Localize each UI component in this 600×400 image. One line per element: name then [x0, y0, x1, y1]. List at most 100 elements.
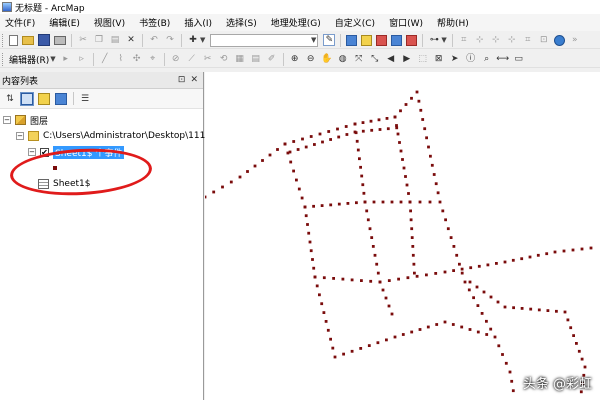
event-point[interactable] [477, 264, 481, 268]
event-point[interactable] [292, 169, 295, 173]
event-point[interactable] [381, 288, 385, 292]
event-point[interactable] [435, 323, 439, 326]
point-tool-icon[interactable]: ✣ [131, 53, 143, 65]
event-point[interactable] [365, 209, 369, 213]
event-point[interactable] [377, 118, 381, 122]
pan-hand-icon[interactable]: ✋ [321, 53, 333, 65]
event-point[interactable] [446, 227, 450, 231]
event-point[interactable] [360, 279, 363, 282]
event-point[interactable] [367, 344, 371, 347]
event-point[interactable] [425, 273, 428, 277]
event-point[interactable] [366, 218, 370, 222]
event-point[interactable] [304, 145, 308, 149]
event-point[interactable] [423, 127, 427, 131]
event-point[interactable] [292, 140, 296, 143]
search-window-icon[interactable] [376, 34, 388, 46]
menu-file[interactable]: 文件(F) [2, 16, 38, 29]
event-point[interactable] [512, 306, 515, 310]
event-point[interactable] [411, 245, 415, 248]
redo-icon[interactable]: ↷ [164, 34, 176, 46]
event-point[interactable] [511, 258, 515, 262]
close-icon[interactable]: ✕ [190, 75, 198, 85]
event-point[interactable] [475, 285, 479, 289]
event-point[interactable] [320, 302, 324, 306]
new-document-icon[interactable] [9, 34, 18, 46]
event-point[interactable] [309, 249, 313, 253]
event-point[interactable] [261, 159, 264, 162]
event-point[interactable] [429, 154, 432, 158]
find-icon[interactable]: ⌕ [481, 53, 493, 65]
event-point[interactable] [309, 135, 313, 138]
cut-icon[interactable]: ✂ [77, 34, 89, 46]
event-point[interactable] [418, 200, 422, 204]
event-point[interactable] [410, 236, 414, 239]
event-point[interactable] [444, 218, 447, 222]
event-point[interactable] [404, 103, 408, 106]
event-point[interactable] [485, 319, 488, 323]
event-point[interactable] [402, 166, 406, 170]
event-point[interactable] [510, 379, 514, 383]
paste-icon[interactable]: ▤ [109, 34, 121, 46]
event-point[interactable] [418, 328, 422, 331]
event-point[interactable] [476, 330, 480, 334]
catalog-icon[interactable] [361, 34, 373, 46]
event-point[interactable] [468, 328, 472, 331]
editor-toolbar-icon[interactable]: ✎ [323, 34, 336, 46]
event-point[interactable] [486, 263, 490, 267]
event-point[interactable] [337, 135, 341, 139]
event-point[interactable] [496, 300, 500, 304]
event-point[interactable] [436, 191, 440, 195]
event-point[interactable] [313, 275, 317, 279]
collapse-icon[interactable]: − [3, 116, 11, 124]
event-point[interactable] [497, 344, 501, 348]
undo-icon[interactable]: ↶ [148, 34, 160, 46]
attributes-icon[interactable]: ▦ [234, 53, 246, 65]
event-point[interactable] [495, 262, 498, 265]
identify-icon[interactable]: ⓘ [465, 53, 477, 65]
event-point[interactable] [398, 141, 401, 144]
event-point[interactable] [315, 284, 319, 288]
event-point[interactable] [476, 304, 480, 307]
event-point[interactable] [467, 288, 471, 292]
event-point[interactable] [528, 255, 532, 259]
event-point[interactable] [359, 165, 362, 169]
event-point[interactable] [425, 136, 428, 140]
event-point[interactable] [355, 139, 359, 143]
event-point[interactable] [410, 227, 414, 231]
event-point[interactable] [529, 307, 533, 311]
menu-customize[interactable]: 自定义(C) [332, 16, 378, 29]
event-point[interactable] [449, 236, 453, 239]
event-point[interactable] [369, 279, 373, 283]
event-point[interactable] [326, 328, 330, 332]
model-builder-dropdown-icon[interactable]: ▼ [441, 36, 446, 44]
cut-polygons-icon[interactable]: ✂ [202, 53, 214, 65]
event-point[interactable] [520, 257, 524, 261]
event-point[interactable] [469, 266, 473, 270]
event-point[interactable] [221, 185, 224, 189]
event-point[interactable] [337, 202, 341, 206]
event-point[interactable] [363, 200, 367, 204]
event-point[interactable] [355, 201, 358, 205]
event-point[interactable] [553, 250, 557, 254]
event-point[interactable] [395, 126, 399, 130]
select-by-rectangle-icon[interactable]: ⬚ [417, 53, 429, 65]
event-point[interactable] [443, 320, 447, 324]
event-point[interactable] [393, 115, 397, 119]
event-point[interactable] [308, 240, 312, 244]
event-point[interactable] [390, 312, 394, 316]
event-point[interactable] [378, 280, 382, 284]
event-point[interactable] [397, 277, 400, 281]
snap-tool-2-icon[interactable]: ⊹ [474, 34, 486, 46]
collapse-icon[interactable]: − [28, 148, 36, 156]
fixed-zoom-out-icon[interactable]: ⤡ [369, 53, 381, 65]
event-point[interactable] [329, 203, 333, 207]
event-point[interactable] [361, 183, 365, 187]
event-point[interactable] [572, 334, 575, 337]
clear-selection-icon[interactable]: ⊠ [433, 53, 445, 65]
event-point[interactable] [434, 272, 438, 275]
event-point[interactable] [421, 118, 425, 121]
event-point[interactable] [356, 148, 360, 152]
event-point[interactable] [296, 148, 300, 151]
event-point[interactable] [537, 308, 541, 312]
overflow-icon[interactable]: » [569, 34, 581, 46]
